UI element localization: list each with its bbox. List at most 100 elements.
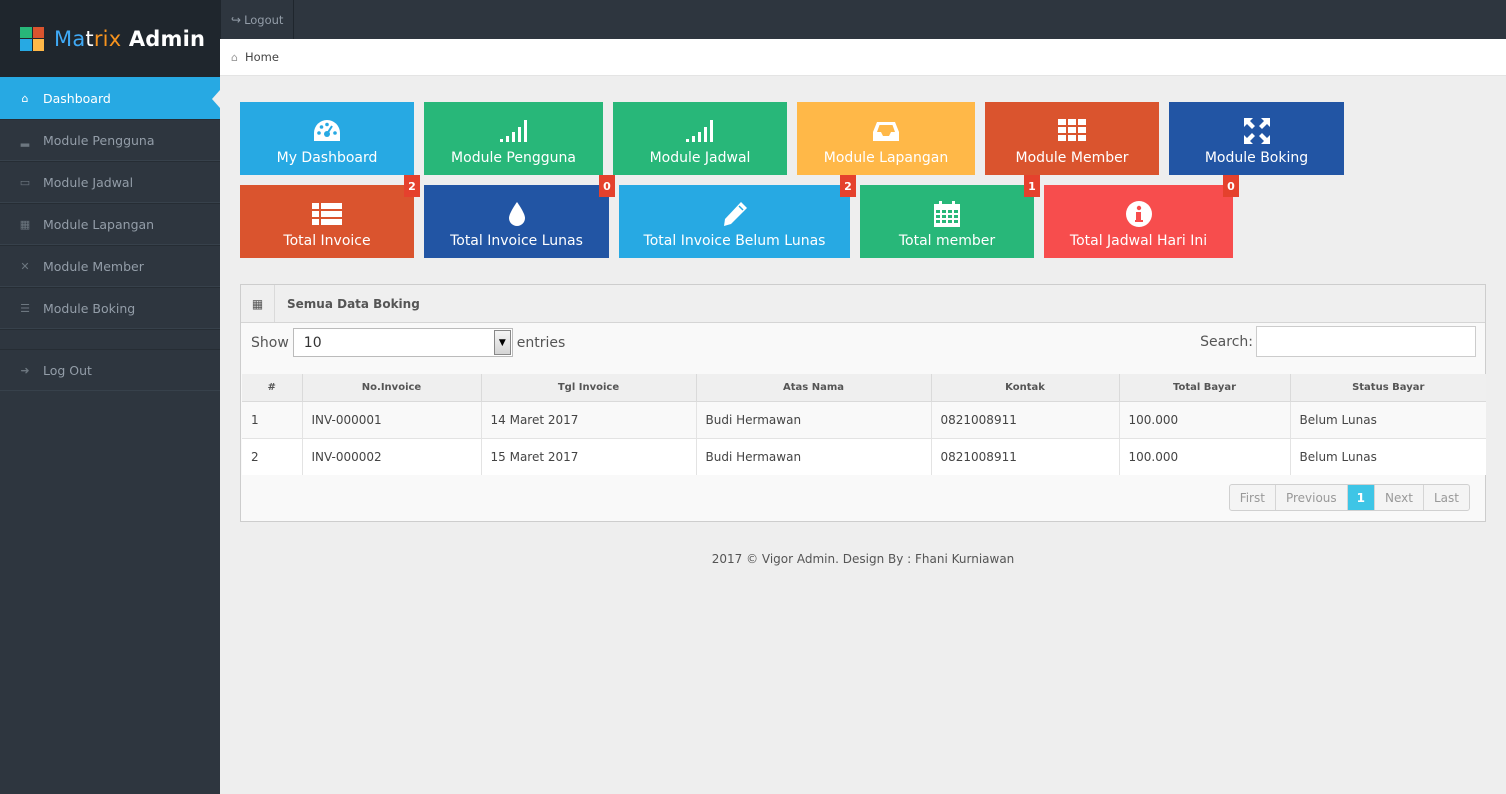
entries-select[interactable]: 10 ▼ [292, 328, 513, 357]
entries-length-control: Show 10 ▼ entries [251, 328, 565, 357]
tile-label: Module Lapangan [823, 150, 949, 166]
tile-total-invoice-lunas[interactable]: Total Invoice Lunas 0 [424, 175, 615, 258]
tile-total-invoice[interactable]: Total Invoice 2 [240, 175, 420, 258]
table-cell: 15 Maret 2017 [480, 437, 696, 475]
fullscreen-icon: ✕ [20, 259, 30, 273]
table-row: 1 INV-000001 14 Maret 2017 Budi Hermawan… [242, 400, 1486, 438]
sidebar-item-label: Module Lapangan [43, 216, 155, 232]
table-cell: Budi Hermawan [695, 400, 931, 438]
tile-label: Total Invoice Lunas [450, 233, 583, 249]
pencil-icon [723, 202, 747, 226]
tile-module-pengguna[interactable]: Module Pengguna [424, 102, 603, 175]
tile-label: Module Pengguna [451, 150, 576, 166]
tile-label: Total Invoice [283, 233, 371, 249]
table-cell: 100.000 [1118, 400, 1290, 438]
table-cell: 14 Maret 2017 [480, 400, 696, 438]
tile-label: My Dashboard [276, 150, 378, 166]
sidebar-item-module-boking[interactable]: ☰ Module Boking [0, 287, 220, 329]
column-header[interactable]: Status Bayar [1289, 374, 1486, 402]
sidebar: Matrix Admin ⌂ Dashboard ▂ Module Penggu… [0, 0, 220, 794]
pager-first-button[interactable]: First [1230, 485, 1275, 510]
tile-label: Module Jadwal [649, 150, 751, 166]
tile-module-boking[interactable]: Module Boking [1169, 102, 1344, 175]
column-header[interactable]: No.Invoice [301, 374, 481, 402]
logout-button[interactable]: ↪ Logout [220, 0, 295, 39]
sidebar-nav: ⌂ Dashboard ▂ Module Pengguna ▭ Module J… [0, 77, 220, 391]
column-header[interactable]: # [242, 374, 302, 402]
sidebar-item-dashboard[interactable]: ⌂ Dashboard [0, 77, 220, 119]
share-arrow-icon: ↪ [231, 12, 242, 27]
breadcrumb-home[interactable]: Home [245, 50, 279, 64]
booking-data-widget: ▦ Semua Data Boking Show 10 ▼ entries Se… [240, 284, 1486, 522]
inbox-icon: ▭ [19, 175, 31, 189]
tile-total-jadwal-hari-ini[interactable]: Total Jadwal Hari Ini 0 [1044, 175, 1239, 258]
widget-title: Semua Data Boking [287, 296, 420, 311]
tile-module-jadwal[interactable]: Module Jadwal [613, 102, 787, 175]
column-header[interactable]: Atas Nama [695, 374, 931, 402]
pager-last-button[interactable]: Last [1423, 485, 1469, 510]
sidebar-item-module-lapangan[interactable]: ▦ Module Lapangan [0, 203, 220, 245]
breadcrumb: ⌂ Home [220, 39, 1506, 76]
chevron-down-icon[interactable]: ▼ [493, 330, 511, 355]
tile-label: Total member [898, 233, 996, 249]
dashboard-gauge-icon [314, 120, 340, 141]
show-label: Show [251, 334, 289, 351]
home-icon: ⌂ [231, 50, 238, 64]
tile-module-member[interactable]: Module Member [985, 102, 1159, 175]
column-header[interactable]: Tgl Invoice [480, 374, 696, 402]
list-icon [312, 203, 342, 225]
tile-label: Total Jadwal Hari Ini [1069, 233, 1208, 249]
tile-my-dashboard[interactable]: My Dashboard [240, 102, 414, 175]
tile-label: Total Invoice Belum Lunas [643, 233, 826, 249]
matrix-logo-icon [20, 26, 44, 51]
brand[interactable]: Matrix Admin [0, 0, 220, 77]
table-search: Search: [1200, 326, 1476, 357]
column-header[interactable]: Total Bayar [1118, 374, 1290, 402]
sidebar-item-label: Module Pengguna [43, 132, 155, 148]
table-cell: 2 [242, 437, 302, 475]
grid-icon: ▦ [19, 217, 31, 231]
sidebar-item-logout[interactable]: ➜ Log Out [0, 349, 220, 391]
brand-part4: Admin [121, 26, 206, 51]
tile-total-member[interactable]: Total member 1 [860, 175, 1040, 258]
sidebar-item-label: Dashboard [43, 90, 111, 106]
inbox-icon [873, 122, 899, 141]
logout-icon: ➜ [20, 363, 30, 377]
count-badge: 0 [599, 175, 615, 197]
tile-label: Module Boking [1204, 150, 1309, 166]
table-cell: Belum Lunas [1289, 400, 1486, 438]
grid-icon: ▦ [241, 285, 275, 322]
sidebar-item-module-jadwal[interactable]: ▭ Module Jadwal [0, 161, 220, 203]
table-cell: Budi Hermawan [695, 437, 931, 475]
sidebar-item-label: Module Jadwal [43, 174, 134, 190]
footer-text: 2017 © Vigor Admin. Design By : Fhani Ku… [711, 552, 1015, 566]
count-badge: 2 [840, 175, 856, 197]
pager-next-button[interactable]: Next [1374, 485, 1423, 510]
sidebar-item-label: Module Boking [43, 300, 136, 316]
sidebar-item-module-member[interactable]: ✕ Module Member [0, 245, 220, 287]
sidebar-item-label: Log Out [43, 362, 92, 378]
table-cell: INV-000001 [301, 400, 481, 438]
entries-select-value: 10 [303, 334, 322, 351]
pager-previous-button[interactable]: Previous [1274, 485, 1347, 510]
home-icon: ⌂ [21, 91, 29, 105]
count-badge: 1 [1024, 175, 1040, 197]
pager-page-1-button[interactable]: 1 [1346, 485, 1375, 510]
tile-total-invoice-belum-lunas[interactable]: Total Invoice Belum Lunas 2 [619, 175, 856, 258]
count-badge: 0 [1223, 175, 1239, 197]
column-header[interactable]: Kontak [930, 374, 1119, 402]
count-badge: 2 [404, 175, 420, 197]
tile-label: Module Member [1015, 150, 1129, 166]
brand-title: Matrix Admin [54, 27, 205, 51]
info-circle-icon [1125, 201, 1152, 227]
brand-part2: t [85, 26, 94, 51]
table-cell: 0821008911 [930, 400, 1119, 438]
search-input[interactable] [1256, 326, 1476, 357]
booking-table: # No.Invoice Tgl Invoice Atas Nama Konta… [242, 374, 1486, 475]
table-cell: 100.000 [1118, 437, 1290, 475]
tile-module-lapangan[interactable]: Module Lapangan [797, 102, 975, 175]
sidebar-item-label: Module Member [43, 258, 144, 274]
table-header-row: # No.Invoice Tgl Invoice Atas Nama Konta… [242, 374, 1486, 402]
sidebar-item-module-pengguna[interactable]: ▂ Module Pengguna [0, 119, 220, 161]
search-label: Search: [1200, 333, 1253, 350]
